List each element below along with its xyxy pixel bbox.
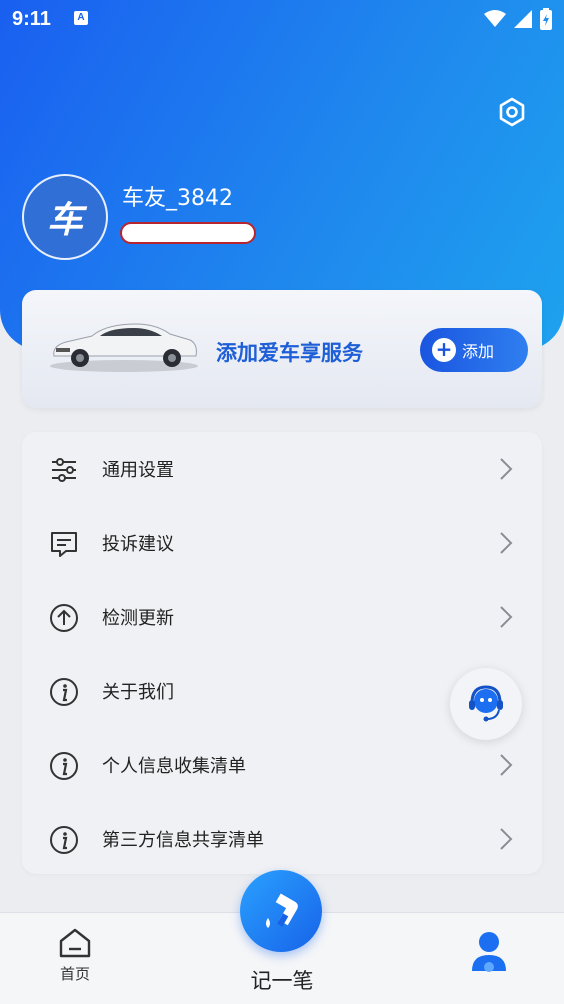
avatar[interactable]: 车: [22, 174, 108, 260]
menu-label: 检测更新: [102, 608, 174, 629]
chevron-right-icon: [500, 458, 513, 480]
chevron-right-icon: [500, 754, 513, 776]
menu-label: 个人信息收集清单: [102, 756, 246, 777]
chevron-right-icon: [500, 828, 513, 850]
home-icon: [59, 928, 91, 958]
chevron-right-icon: [500, 606, 513, 628]
status-bar: 9:11 A: [0, 0, 564, 40]
info-icon: [50, 826, 78, 854]
nav-profile[interactable]: [464, 927, 514, 987]
settings-hex-icon[interactable]: [494, 94, 530, 130]
menu-label: 第三方信息共享清单: [102, 830, 264, 851]
menu-label: 通用设置: [102, 460, 174, 481]
add-car-title: 添加爱车享服务: [216, 341, 363, 365]
menu-item-check-update[interactable]: 检测更新: [22, 580, 542, 654]
battery-icon: [540, 8, 552, 30]
headset-icon: [469, 685, 503, 722]
status-time: 9:11: [12, 8, 51, 30]
upload-arrow-icon: [50, 604, 78, 632]
customer-service-button[interactable]: [450, 668, 522, 740]
nav-home-label: 首页: [59, 965, 90, 983]
menu-item-feedback[interactable]: 投诉建议: [22, 506, 542, 580]
info-icon: [50, 678, 78, 706]
add-button-label: 添加: [462, 342, 495, 361]
nav-record-label[interactable]: 记一笔: [232, 965, 332, 995]
avatar-logo-text: 车: [46, 200, 83, 241]
car-image: [50, 323, 198, 372]
settings-menu: 通用设置 投诉建议 检测更新 关于我们 个人信息收集清单 第三方信息共享清单: [22, 432, 542, 874]
menu-item-personal-info-list[interactable]: 个人信息收集清单: [22, 728, 542, 802]
menu-item-third-party-sharing[interactable]: 第三方信息共享清单: [22, 802, 542, 876]
chevron-right-icon: [500, 532, 513, 554]
menu-item-general-settings[interactable]: 通用设置: [22, 432, 542, 506]
feedback-icon: [51, 532, 77, 557]
plus-icon: +: [432, 338, 456, 362]
menu-label: 关于我们: [102, 682, 174, 703]
info-icon: [50, 752, 78, 780]
record-fuel-button[interactable]: [240, 870, 322, 952]
add-car-card[interactable]: 添加爱车享服务 + 添加: [22, 290, 542, 408]
username: 车友_3842: [122, 186, 233, 211]
notification-icon: A: [74, 11, 88, 25]
add-car-button[interactable]: + 添加: [420, 328, 528, 372]
signal-icon: [514, 10, 532, 28]
redacted-phone: [120, 222, 256, 244]
nav-home[interactable]: 首页: [40, 927, 110, 997]
fuel-nozzle-icon: [266, 893, 298, 928]
sliders-icon: [52, 458, 76, 482]
user-icon: [472, 932, 506, 972]
menu-label: 投诉建议: [102, 534, 174, 555]
wifi-icon: [484, 10, 506, 27]
